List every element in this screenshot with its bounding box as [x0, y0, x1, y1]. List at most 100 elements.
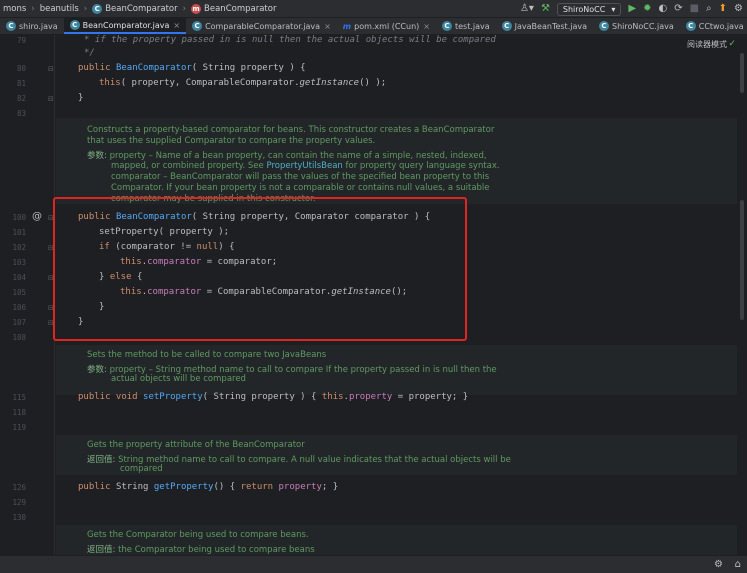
close-icon[interactable]: ×: [324, 22, 331, 31]
line-number: 103: [12, 258, 26, 267]
code-line: public String getProperty() { return pro…: [78, 482, 338, 492]
code-text: ; }: [321, 482, 339, 492]
tab-label: test.java: [454, 21, 490, 31]
chevron-down-icon: ▾: [611, 4, 616, 14]
close-icon[interactable]: ×: [423, 22, 430, 31]
line-number: 119: [12, 423, 26, 432]
notifications-icon[interactable]: ⌂: [735, 559, 741, 570]
code-editor[interactable]: 阅读器模式 ✓ 79 80 81 82 83 100 101 102 103 1…: [0, 35, 737, 555]
vertical-scrollbar[interactable]: [737, 35, 747, 555]
code-line: public void setProperty( String property…: [78, 392, 468, 402]
search-icon[interactable]: ⌕: [706, 0, 712, 18]
breadcrumb-label: BeanComparator: [105, 3, 178, 14]
fold-icon[interactable]: ⊟: [48, 65, 54, 73]
doc-text: Constructs a property-based comparator f…: [87, 125, 495, 135]
method-name: setProperty: [143, 392, 203, 402]
code-text: () {: [213, 482, 241, 492]
keyword: this: [321, 392, 344, 402]
code-line: public BeanComparator( String property )…: [78, 63, 306, 73]
doc-text: Comparator. If your bean property is not…: [111, 183, 490, 193]
doc-label: 返回值:: [87, 545, 116, 555]
breadcrumb-separator: ›: [31, 3, 35, 14]
tab-label: shiro.java: [19, 21, 58, 31]
toolbar: ♙▾ ⚒ ShiroNoCC ▾ ▶ ✹ ◐ ⟳ ■ ⌕ ⬆ ⚙: [520, 0, 747, 18]
debug-icon[interactable]: ✹: [643, 0, 651, 18]
profile-icon[interactable]: ⟳: [674, 0, 682, 18]
doc-text: Gets the Comparator being used to compar…: [87, 530, 309, 540]
scrollbar-thumb[interactable]: [740, 53, 744, 93]
breadcrumb-label: mons: [3, 3, 27, 14]
class-icon: C: [441, 21, 452, 31]
line-number: 104: [12, 273, 26, 282]
stop-icon[interactable]: ■: [690, 0, 699, 18]
line-number: 108: [12, 333, 26, 342]
line-number: 101: [12, 228, 26, 237]
field-name: property: [278, 482, 322, 492]
doc-label: 参数:: [87, 365, 107, 375]
close-icon[interactable]: ×: [173, 21, 180, 30]
override-marker-icon[interactable]: @: [32, 211, 42, 222]
line-number: 105: [12, 288, 26, 297]
editor-tabs: Cshiro.java C BeanComparator.java × C Compa…: [0, 18, 747, 35]
line-number: 107: [12, 318, 26, 327]
run-configuration-label: ShiroNoCC: [562, 4, 606, 14]
line-number: 83: [16, 109, 26, 118]
user-icon[interactable]: ♙▾: [520, 0, 534, 18]
run-icon[interactable]: ▶: [628, 0, 636, 18]
tab-javabeantest-java[interactable]: C JavaBeanTest.java: [496, 18, 593, 34]
breadcrumb-item[interactable]: C BeanComparator: [89, 3, 180, 14]
line-number: 100: [12, 213, 26, 222]
settings-icon[interactable]: ⚙: [714, 559, 723, 570]
code-comment: */: [84, 48, 95, 58]
coverage-icon[interactable]: ◐: [658, 0, 667, 18]
line-number: 80: [16, 64, 26, 73]
hammer-icon[interactable]: ⚒: [541, 0, 550, 18]
field-name: property: [348, 392, 393, 402]
doc-text: mapped, or combined property. See Proper…: [111, 161, 500, 171]
breadcrumb-separator: ›: [182, 3, 187, 14]
class-icon: C: [6, 21, 16, 31]
line-number: 129: [12, 498, 26, 507]
tab-test-java[interactable]: Ctest.java: [436, 18, 496, 34]
doc-text: for property query language syntax.: [342, 161, 500, 171]
line-number: 81: [16, 79, 26, 88]
doc-text: actual objects will be compared: [111, 374, 246, 384]
tab-cctwo-java[interactable]: C CCtwo.java: [680, 18, 747, 34]
breadcrumb-label: beanutils: [39, 3, 79, 14]
run-configuration-select[interactable]: ShiroNoCC ▾: [556, 2, 622, 16]
breadcrumb-item[interactable]: m BeanComparator: [188, 3, 279, 14]
method-name: BeanComparator: [115, 63, 192, 73]
inspection-ok-icon[interactable]: ✓: [728, 39, 736, 49]
tab-pom-xml[interactable]: m pom.xml (CCun) ×: [337, 18, 436, 34]
breadcrumb-item[interactable]: beanutils: [37, 4, 82, 14]
reader-mode-toggle[interactable]: 阅读器模式: [687, 39, 727, 50]
line-number: 82: [16, 94, 26, 103]
class-icon: C: [92, 3, 103, 14]
tab-label: BeanComparator.java: [82, 20, 170, 30]
doc-text: mapped, or combined property. See: [111, 161, 267, 171]
code-text: () );: [359, 78, 387, 88]
settings-icon[interactable]: ⚙: [734, 0, 743, 18]
tab-beancomparator-java[interactable]: C BeanComparator.java ×: [63, 18, 187, 34]
breadcrumb-item[interactable]: mons: [0, 4, 29, 14]
tab-shiro-java[interactable]: Cshiro.java: [0, 18, 64, 34]
tab-comparablecomparator-java[interactable]: C ComparableComparator.java ×: [186, 18, 337, 34]
class-icon: C: [685, 21, 696, 31]
code-line: this( property, ComparableComparator.get…: [99, 78, 386, 88]
code-text: ( property, ComparableComparator.: [120, 78, 300, 88]
scrollbar-thumb[interactable]: [740, 200, 744, 320]
keyword: return: [240, 482, 279, 492]
tab-label: pom.xml (CCun): [354, 21, 420, 31]
class-icon: C: [192, 21, 203, 31]
line-number: 79: [16, 36, 26, 45]
breadcrumb-label: BeanComparator: [204, 3, 277, 14]
doc-text: compared: [120, 464, 163, 474]
doc-text: the Comparator being used to compare bea…: [115, 545, 315, 555]
breadcrumb-separator: ›: [83, 3, 88, 14]
doc-text: 返回值: the Comparator being used to compar…: [87, 543, 315, 555]
update-icon[interactable]: ⬆: [719, 0, 727, 18]
fold-icon[interactable]: ⊟: [48, 95, 54, 103]
tab-shironocc-java[interactable]: C ShiroNoCC.java: [593, 18, 680, 34]
doc-text: 参数: property – Name of a bean property, …: [87, 149, 487, 161]
doc-link[interactable]: PropertyUtilsBean: [266, 161, 342, 171]
